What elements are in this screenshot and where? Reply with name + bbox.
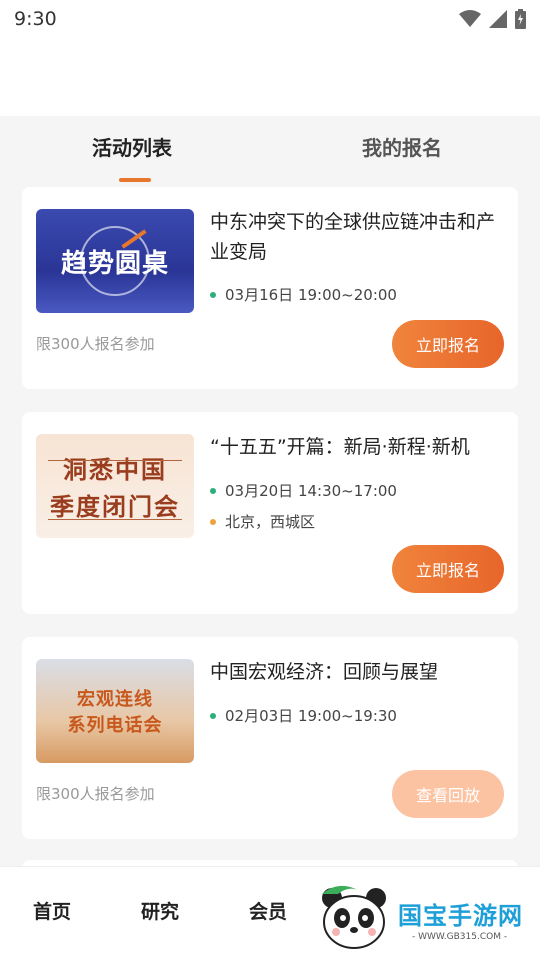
event-time: 03月20日 14:30~17:00 xyxy=(225,482,397,500)
thumbnail-text-line1: 洞悉中国 xyxy=(63,456,167,484)
panda-logo-icon xyxy=(322,885,386,949)
tab-active-indicator xyxy=(119,178,151,182)
event-card[interactable]: 洞悉中国 季度闭门会 “十五五”开篇：新局·新程·新机 03月20日 14:30… xyxy=(22,412,518,614)
event-title: “十五五”开篇：新局·新程·新机 xyxy=(210,436,470,458)
tab-my-registrations[interactable]: 我的报名 xyxy=(362,132,442,161)
tab-bar: 活动列表 我的报名 xyxy=(0,116,540,186)
thumbnail-text: 趋势圆桌 xyxy=(60,248,169,279)
event-title: 中东冲突下的全球供应链冲击和产业变局 xyxy=(210,211,496,263)
thumbnail-rule xyxy=(48,519,182,520)
register-button[interactable]: 立即报名 xyxy=(392,545,504,593)
tab-activity-list[interactable]: 活动列表 xyxy=(92,132,172,161)
register-button[interactable]: 立即报名 xyxy=(392,320,504,368)
event-thumbnail: 洞悉中国 季度闭门会 xyxy=(36,434,194,538)
status-icons xyxy=(459,9,526,29)
location-dot-icon xyxy=(210,518,216,525)
thumbnail-text-line2: 季度闭门会 xyxy=(50,493,180,521)
battery-icon xyxy=(515,9,526,29)
event-card[interactable]: 宏观连线 系列电话会 中国宏观经济：回顾与展望 02月03日 19:00~19:… xyxy=(22,637,518,839)
event-limit: 限300人报名参加 xyxy=(36,335,155,353)
event-title: 中国宏观经济：回顾与展望 xyxy=(210,661,439,683)
header-area xyxy=(0,38,540,116)
event-thumbnail: 宏观连线 系列电话会 xyxy=(36,659,194,763)
event-location: 北京，西城区 xyxy=(225,513,316,531)
watermark-url: - WWW.GB315.COM - xyxy=(412,932,508,942)
status-bar: 9:30 xyxy=(0,0,540,38)
event-limit: 限300人报名参加 xyxy=(36,785,155,803)
time-dot-icon xyxy=(210,291,216,298)
time-dot-icon xyxy=(210,712,216,719)
event-time: 03月16日 19:00~20:00 xyxy=(225,286,397,304)
signal-icon xyxy=(489,10,507,28)
event-card[interactable]: 趋势圆桌 中东冲突下的全球供应链冲击和产业变局 03月16日 19:00~20:… xyxy=(22,187,518,389)
thumbnail-text-line2: 系列电话会 xyxy=(67,715,163,736)
nav-research[interactable]: 研究 xyxy=(141,897,179,924)
event-time: 02月03日 19:00~19:30 xyxy=(225,707,397,725)
watermark-name: 国宝手游网 xyxy=(398,902,523,930)
watermark: 国宝手游网 - WWW.GB315.COM - xyxy=(318,880,540,956)
event-location-row: 北京，西城区 xyxy=(210,511,315,532)
event-thumbnail: 趋势圆桌 xyxy=(36,209,194,313)
event-time-row: 03月16日 19:00~20:00 xyxy=(210,284,397,305)
event-time-row: 02月03日 19:00~19:30 xyxy=(210,705,397,726)
nav-member[interactable]: 会员 xyxy=(249,897,287,924)
nav-home[interactable]: 首页 xyxy=(33,897,71,924)
time-dot-icon xyxy=(210,487,216,494)
thumbnail-text-line1: 宏观连线 xyxy=(77,689,153,710)
event-time-row: 03月20日 14:30~17:00 xyxy=(210,480,397,501)
thumbnail-rule xyxy=(48,460,182,461)
replay-button[interactable]: 查看回放 xyxy=(392,770,504,818)
status-time: 9:30 xyxy=(14,8,57,30)
wifi-icon xyxy=(459,10,481,27)
